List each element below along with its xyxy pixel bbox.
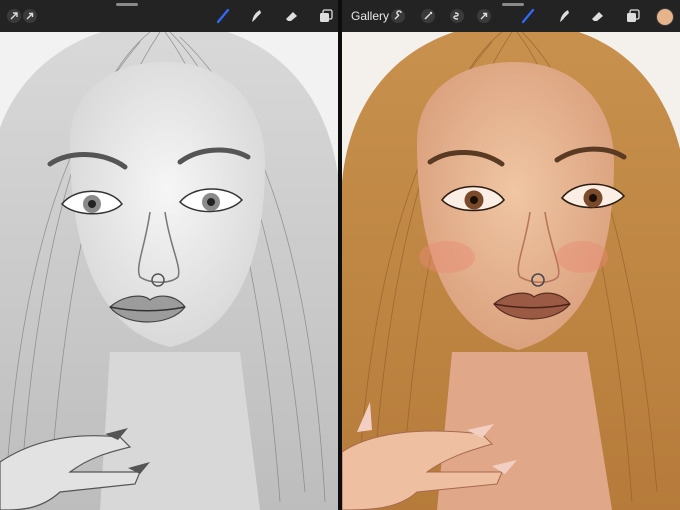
magic-wand-icon[interactable] <box>420 8 436 24</box>
wrench-icon[interactable] <box>390 8 406 24</box>
right-multitask-handle[interactable] <box>502 3 524 6</box>
transform-arrow-icon[interactable] <box>476 8 492 24</box>
brush-icon[interactable] <box>520 8 536 24</box>
left-split-pane <box>0 0 338 510</box>
transform-arrow-icon[interactable] <box>22 8 38 24</box>
actions-icon[interactable] <box>6 8 22 24</box>
smudge-icon[interactable] <box>556 8 572 24</box>
eraser-icon[interactable] <box>589 8 605 24</box>
left-multitask-handle[interactable] <box>116 3 138 6</box>
smudge-icon[interactable] <box>248 8 264 24</box>
left-toolbar <box>0 0 338 32</box>
gallery-button[interactable]: Gallery <box>351 9 389 23</box>
layers-icon[interactable] <box>318 8 334 24</box>
color-canvas[interactable] <box>342 32 680 510</box>
right-split-pane: Gallery <box>342 0 680 510</box>
eraser-icon[interactable] <box>283 8 299 24</box>
sketch-canvas[interactable] <box>0 32 338 510</box>
selection-icon[interactable] <box>449 8 465 24</box>
brush-icon[interactable] <box>215 8 231 24</box>
right-toolbar: Gallery <box>342 0 680 32</box>
color-swatch-icon[interactable] <box>656 8 674 26</box>
layers-icon[interactable] <box>625 8 641 24</box>
